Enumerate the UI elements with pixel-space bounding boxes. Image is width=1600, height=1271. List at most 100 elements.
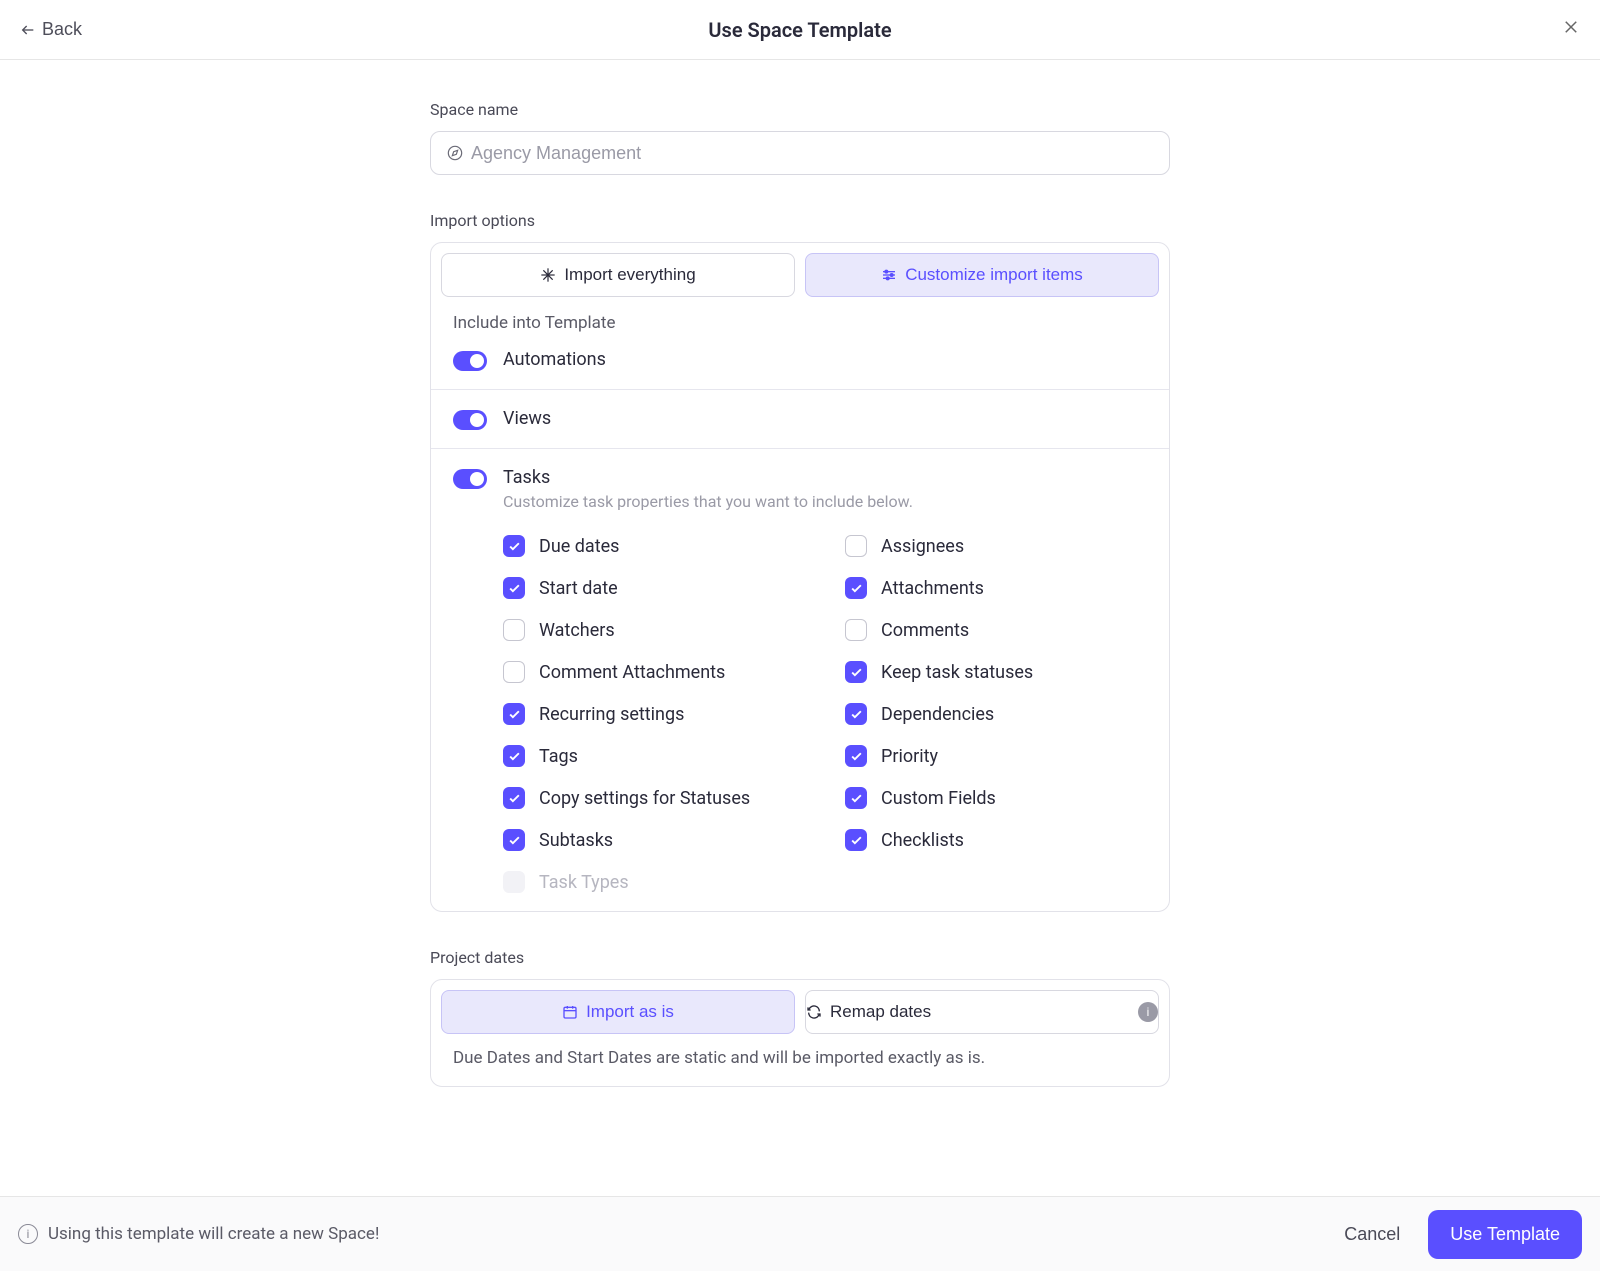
- back-button[interactable]: Back: [20, 19, 82, 40]
- remap-dates-button[interactable]: Remap dates i: [805, 990, 1159, 1034]
- check-icon: [850, 666, 863, 679]
- info-icon: i: [18, 1224, 38, 1244]
- check-icon: [850, 582, 863, 595]
- priority-checkbox[interactable]: [845, 745, 867, 767]
- priority-label: Priority: [881, 746, 938, 767]
- check-icon: [508, 582, 521, 595]
- dependencies-checkbox[interactable]: [845, 703, 867, 725]
- space-name-input[interactable]: [471, 143, 1153, 164]
- check-tags: Tags: [503, 745, 805, 767]
- check-icon: [850, 834, 863, 847]
- watchers-checkbox[interactable]: [503, 619, 525, 641]
- check-priority: Priority: [845, 745, 1147, 767]
- comment-attachments-checkbox[interactable]: [503, 661, 525, 683]
- space-name-label: Space name: [430, 100, 1170, 119]
- import-as-is-label: Import as is: [586, 1002, 674, 1022]
- dependencies-label: Dependencies: [881, 704, 994, 725]
- dates-mode-row: Import as is Remap dates i: [441, 990, 1159, 1034]
- attachments-label: Attachments: [881, 578, 984, 599]
- check-subtasks: Subtasks: [503, 829, 805, 851]
- import-as-is-button[interactable]: Import as is: [441, 990, 795, 1034]
- check-comments: Comments: [845, 619, 1147, 641]
- automations-toggle[interactable]: [453, 351, 487, 371]
- checklists-label: Checklists: [881, 830, 964, 851]
- subtasks-checkbox[interactable]: [503, 829, 525, 851]
- tasks-section: Tasks Customize task properties that you…: [431, 448, 1169, 911]
- check-icon: [850, 792, 863, 805]
- check-icon: [508, 750, 521, 763]
- dialog-title: Use Space Template: [708, 18, 891, 42]
- check-icon: [508, 834, 521, 847]
- recurring-checkbox[interactable]: [503, 703, 525, 725]
- keep-statuses-label: Keep task statuses: [881, 662, 1033, 683]
- task-types-checkbox: [503, 871, 525, 893]
- checklists-checkbox[interactable]: [845, 829, 867, 851]
- tasks-toggle[interactable]: [453, 469, 487, 489]
- check-icon: [508, 708, 521, 721]
- remap-info-icon[interactable]: i: [1138, 1002, 1158, 1022]
- check-due-dates: Due dates: [503, 535, 805, 557]
- task-types-label: Task Types: [539, 872, 629, 893]
- project-dates-label: Project dates: [430, 948, 1170, 967]
- recurring-label: Recurring settings: [539, 704, 684, 725]
- dialog-header: Back Use Space Template: [0, 0, 1600, 60]
- check-custom-fields: Custom Fields: [845, 787, 1147, 809]
- import-options-box: Import everything Customize import items…: [430, 242, 1170, 912]
- compass-icon: [447, 145, 463, 161]
- task-properties-grid: Due dates Assignees Start date Attachmen…: [453, 535, 1147, 893]
- check-watchers: Watchers: [503, 619, 805, 641]
- tasks-title: Tasks: [503, 467, 1147, 488]
- import-mode-row: Import everything Customize import items: [431, 243, 1169, 307]
- remap-dates-label: Remap dates: [830, 1002, 931, 1022]
- views-toggle[interactable]: [453, 410, 487, 430]
- back-label: Back: [42, 19, 82, 40]
- import-everything-label: Import everything: [564, 265, 695, 285]
- automations-section: Automations: [431, 349, 1169, 389]
- dialog-content: Space name Import options Import everyth…: [430, 60, 1170, 1207]
- views-title: Views: [503, 408, 1147, 429]
- check-icon: [508, 792, 521, 805]
- include-into-template-label: Include into Template: [431, 307, 1169, 349]
- tags-label: Tags: [539, 746, 578, 767]
- check-start-date: Start date: [503, 577, 805, 599]
- watchers-label: Watchers: [539, 620, 615, 641]
- check-copy-statuses: Copy settings for Statuses: [503, 787, 805, 809]
- close-button[interactable]: [1562, 18, 1580, 41]
- tasks-desc: Customize task properties that you want …: [503, 492, 1147, 511]
- comments-checkbox[interactable]: [845, 619, 867, 641]
- check-dependencies: Dependencies: [845, 703, 1147, 725]
- customize-import-label: Customize import items: [905, 265, 1083, 285]
- start-date-label: Start date: [539, 578, 618, 599]
- space-name-field-container: [430, 131, 1170, 175]
- copy-statuses-checkbox[interactable]: [503, 787, 525, 809]
- check-comment-attachments: Comment Attachments: [503, 661, 805, 683]
- keep-statuses-checkbox[interactable]: [845, 661, 867, 683]
- custom-fields-checkbox[interactable]: [845, 787, 867, 809]
- import-everything-button[interactable]: Import everything: [441, 253, 795, 297]
- refresh-icon: [806, 1004, 822, 1020]
- automations-title: Automations: [503, 349, 1147, 370]
- footer-info-text: Using this template will create a new Sp…: [48, 1224, 379, 1244]
- due-dates-checkbox[interactable]: [503, 535, 525, 557]
- attachments-checkbox[interactable]: [845, 577, 867, 599]
- use-template-button[interactable]: Use Template: [1428, 1210, 1582, 1259]
- subtasks-label: Subtasks: [539, 830, 613, 851]
- due-dates-label: Due dates: [539, 536, 619, 557]
- check-checklists: Checklists: [845, 829, 1147, 851]
- assignees-checkbox[interactable]: [845, 535, 867, 557]
- check-icon: [850, 750, 863, 763]
- sliders-icon: [881, 267, 897, 283]
- start-date-checkbox[interactable]: [503, 577, 525, 599]
- views-section: Views: [431, 389, 1169, 448]
- footer-actions: Cancel Use Template: [1344, 1210, 1582, 1259]
- dialog-footer: i Using this template will create a new …: [0, 1196, 1600, 1271]
- comment-attachments-label: Comment Attachments: [539, 662, 725, 683]
- check-icon: [850, 708, 863, 721]
- check-attachments: Attachments: [845, 577, 1147, 599]
- cancel-button[interactable]: Cancel: [1344, 1224, 1400, 1245]
- customize-import-button[interactable]: Customize import items: [805, 253, 1159, 297]
- check-assignees: Assignees: [845, 535, 1147, 557]
- check-task-types: Task Types: [503, 871, 805, 893]
- tags-checkbox[interactable]: [503, 745, 525, 767]
- comments-label: Comments: [881, 620, 969, 641]
